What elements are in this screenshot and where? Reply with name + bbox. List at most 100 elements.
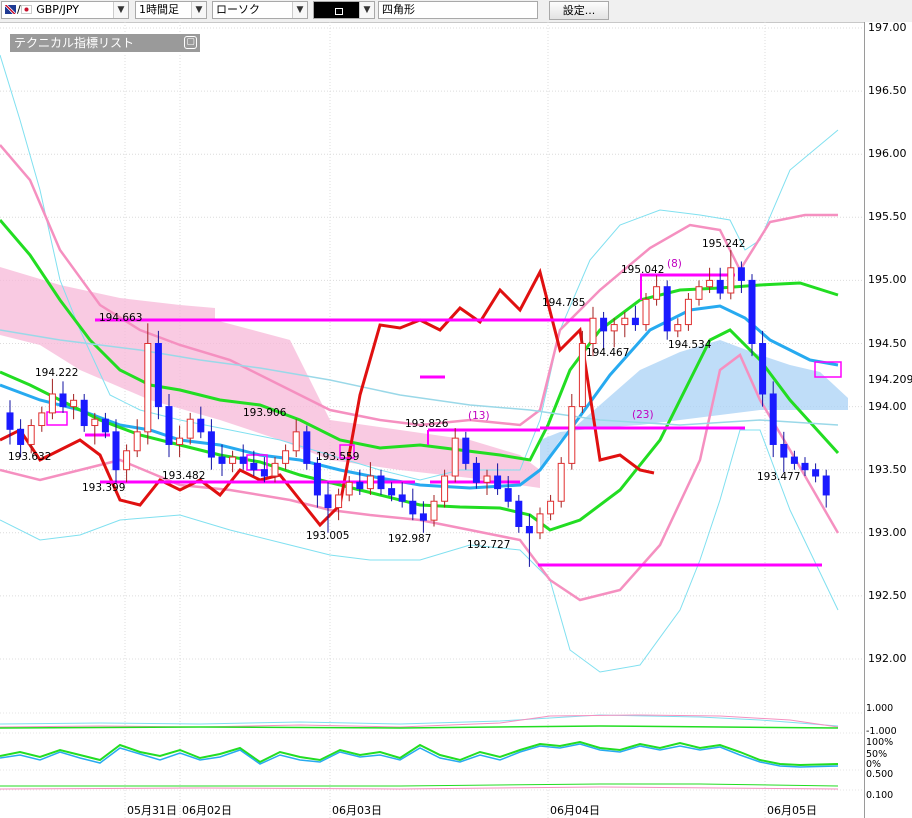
price-axis-label: 196.50 — [868, 84, 907, 98]
bull-candle — [642, 298, 650, 326]
bull-candle — [706, 279, 714, 288]
price-axis-label: 197.00 — [868, 21, 907, 34]
sub-axis-label: 0.500 — [866, 769, 894, 780]
chevron-down-icon: ▼ — [292, 2, 307, 18]
bull-candle — [91, 418, 99, 427]
bear-candle — [790, 456, 798, 464]
price-annotation: 194.467 — [586, 347, 630, 359]
sub-axis-label: -1.000 — [866, 726, 897, 737]
bear-candle — [525, 525, 533, 534]
shape-name-field[interactable]: 四角形 — [378, 1, 538, 19]
bear-candle — [409, 500, 417, 515]
price-annotation: 192.727 — [467, 539, 511, 551]
date-axis-label: 06月05日 — [767, 804, 817, 817]
bull-candle — [123, 450, 131, 471]
sub-axis-label: 1.000 — [866, 703, 894, 714]
price-annotation: 193.826 — [405, 418, 449, 430]
bear-candle — [197, 418, 205, 433]
bear-candle — [80, 399, 88, 427]
bull-candle — [578, 343, 586, 408]
date-axis-label: 06月04日 — [550, 804, 600, 817]
price-annotation: 194.663 — [99, 312, 143, 324]
bear-candle — [494, 475, 502, 490]
bollinger-outer-upper — [0, 54, 839, 481]
bull-candle — [70, 399, 78, 408]
sub-axis-label: 0.100 — [866, 790, 894, 801]
bear-candle — [812, 469, 820, 477]
price-axis-label: 192.50 — [868, 588, 907, 602]
chart-type-select[interactable]: ローソク ▼ — [212, 1, 308, 19]
bear-candle — [748, 279, 756, 344]
price-annotation: 193.559 — [316, 451, 360, 463]
bull-candle — [568, 406, 576, 464]
bull-candle — [727, 267, 735, 294]
bull-candle — [557, 462, 565, 502]
bear-candle — [313, 462, 321, 496]
bear-candle — [260, 469, 268, 477]
bear-candle — [112, 431, 120, 471]
bear-candle — [239, 456, 247, 464]
bear-candle — [462, 437, 470, 464]
sub-line-b — [0, 714, 839, 728]
bull-candle — [176, 437, 184, 445]
sub-indicators — [0, 714, 839, 790]
price-annotation: 193.005 — [306, 530, 350, 542]
chart-type-label: ローソク — [216, 3, 260, 16]
chart-toolbar: / GBP/JPY ▼ 1時間足 ▼ ローソク ▼ ▼ 四角形 設定... — [0, 0, 912, 23]
bull-candle — [144, 343, 152, 433]
close-icon[interactable]: ▢ — [184, 36, 197, 49]
price-axis-label: 194.00 — [868, 399, 907, 413]
bull-candle — [621, 317, 629, 326]
bear-candle — [207, 431, 215, 458]
bear-candle — [780, 443, 788, 458]
bull-candle — [48, 393, 56, 414]
bull-candle — [271, 462, 279, 477]
bull-candle — [653, 286, 661, 300]
bull-candle — [674, 324, 682, 332]
rectangle-marker — [46, 411, 68, 426]
settings-button[interactable]: 設定... — [549, 1, 609, 20]
sub-line-d — [0, 783, 839, 787]
stochastic-k — [0, 740, 839, 767]
symbol-select[interactable]: / GBP/JPY ▼ — [1, 1, 129, 19]
bear-candle — [600, 317, 608, 332]
bull-candle — [335, 494, 343, 509]
bear-candle — [822, 475, 830, 496]
bull-candle — [483, 475, 491, 483]
price-axis — [865, 22, 912, 818]
bear-candle — [388, 488, 396, 496]
price-annotation: 193.399 — [82, 482, 126, 494]
sub-line-a — [0, 714, 839, 727]
bear-candle — [472, 462, 480, 483]
price-annotation: 193.477 — [757, 471, 801, 483]
date-axis-label: 06月03日 — [332, 804, 382, 817]
japan-flag-icon — [20, 5, 32, 14]
shape-name-label: 四角形 — [382, 3, 415, 16]
date-axis-label: 05月31日 — [127, 804, 177, 817]
bear-candle — [504, 488, 512, 502]
bear-candle — [17, 428, 25, 445]
timeframe-select[interactable]: 1時間足 ▼ — [135, 1, 207, 19]
price-annotation: 193.632 — [8, 451, 52, 463]
bull-candle — [133, 431, 141, 452]
drawing-tool-select[interactable]: ▼ — [313, 1, 375, 19]
price-axis-label: 196.00 — [868, 147, 907, 161]
indicator-list-title: テクニカル指標リスト — [14, 36, 135, 50]
bear-candle — [356, 481, 364, 490]
indicator-list-panel[interactable]: テクニカル指標リスト ▢ — [9, 33, 201, 53]
chevron-down-icon: ▼ — [359, 2, 374, 18]
bull-candle — [38, 412, 46, 427]
bull-candle — [610, 324, 618, 332]
uk-flag-icon — [5, 5, 16, 14]
price-annotation: 194.785 — [542, 297, 586, 309]
bull-candle — [366, 475, 374, 490]
bear-candle — [631, 317, 639, 326]
bear-candle — [419, 513, 427, 521]
period-label: (23) — [632, 409, 654, 421]
price-axis-label: 194.50 — [868, 336, 907, 350]
timeframe-label: 1時間足 — [139, 3, 179, 16]
price-axis-label: 193.00 — [868, 525, 907, 539]
bull-candle — [27, 425, 35, 445]
bear-candle — [250, 462, 258, 471]
bear-candle — [303, 431, 311, 464]
